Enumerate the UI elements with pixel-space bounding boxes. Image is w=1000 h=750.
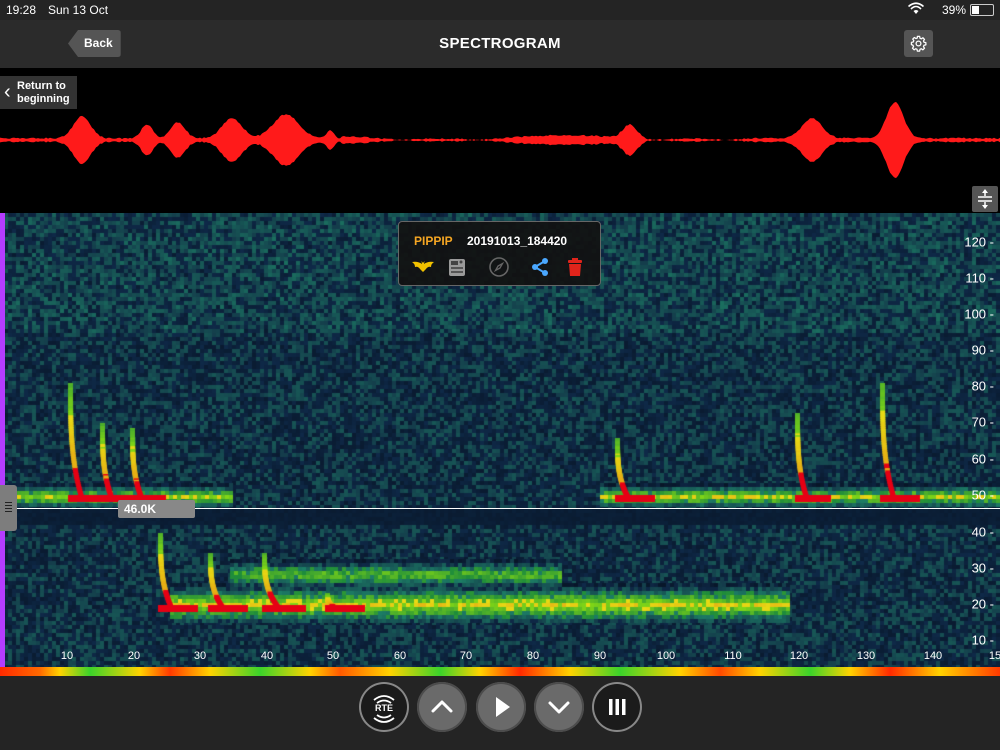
x-axis-label: 70: [460, 650, 472, 662]
y-axis-label: 90 -: [972, 343, 994, 358]
status-date: Sun 13 Oct: [48, 3, 108, 17]
x-axis-label: 50: [327, 650, 339, 662]
gear-icon: [910, 35, 927, 52]
x-axis-label: 130: [857, 650, 875, 662]
status-time: 19:28: [6, 3, 36, 17]
rte-label: RTE: [375, 703, 393, 713]
x-axis-label: 30: [194, 650, 206, 662]
chevron-left-icon: ‹: [4, 82, 11, 102]
bat-icon[interactable]: [410, 256, 432, 278]
x-axis-label: 15: [989, 650, 1000, 662]
recording-filename: 20191013_184420: [467, 234, 567, 248]
y-axis-label: 20 -: [972, 597, 994, 612]
y-axis-label: 10 -: [972, 633, 994, 648]
x-axis-label: 80: [527, 650, 539, 662]
x-axis-label: 110: [724, 650, 742, 662]
x-axis-label: 100: [657, 650, 675, 662]
waveform-panel[interactable]: ‹ Return to beginning: [0, 68, 1000, 213]
play-icon: [476, 682, 526, 732]
waveform: [0, 68, 1000, 213]
settings-button[interactable]: [904, 30, 933, 57]
threshold-drag-handle[interactable]: [0, 485, 17, 531]
waveform-trace: [0, 102, 1000, 178]
chevron-down-icon: [534, 682, 584, 732]
species-code[interactable]: PIPPIP: [414, 234, 453, 248]
y-axis-label: 40 -: [972, 525, 994, 540]
x-axis-label: 90: [594, 650, 606, 662]
recording-info-popup: PIPPIP 20191013_184420: [398, 221, 601, 286]
nav-bar: Back SPECTROGRAM: [0, 20, 1000, 68]
activity-timeline[interactable]: [0, 667, 1000, 676]
battery-percent: 39%: [942, 3, 966, 17]
share-icon[interactable]: [529, 256, 551, 278]
previous-button[interactable]: [417, 682, 467, 732]
rte-button[interactable]: RTE: [359, 682, 409, 732]
recorder-device-icon[interactable]: [446, 256, 468, 278]
columns-icon: [592, 682, 642, 732]
return-label: Return to beginning: [17, 80, 70, 106]
y-axis-label: 60 -: [972, 452, 994, 467]
chevron-up-icon: [417, 682, 467, 732]
y-axis-label: 50 -: [972, 488, 994, 503]
y-axis-label: 110 -: [965, 271, 994, 286]
expand-vertical-icon: [972, 186, 998, 212]
battery-icon: [970, 4, 994, 16]
playback-controls: RTE: [0, 676, 1000, 750]
status-bar: 19:28 Sun 13 Oct 39%: [0, 0, 1000, 20]
x-axis-label: 120: [790, 650, 808, 662]
compass-icon[interactable]: [488, 256, 510, 278]
x-axis-label: 60: [394, 650, 406, 662]
vertical-zoom-button[interactable]: [972, 186, 998, 212]
y-axis-label: 100 -: [964, 307, 994, 322]
rte-icon: RTE: [359, 682, 409, 732]
x-axis-label: 10: [61, 650, 73, 662]
trash-icon[interactable]: [564, 256, 586, 278]
return-to-beginning-button[interactable]: ‹ Return to beginning: [0, 76, 77, 109]
wifi-icon: [908, 2, 924, 18]
play-button[interactable]: [476, 682, 526, 732]
x-axis-label: 20: [128, 650, 140, 662]
y-axis-label: 30 -: [972, 561, 994, 576]
y-axis-label: 70 -: [972, 415, 994, 430]
x-axis-label: 140: [924, 650, 942, 662]
page-title: SPECTROGRAM: [0, 35, 1000, 52]
next-button[interactable]: [534, 682, 584, 732]
y-axis-label: 80 -: [972, 379, 994, 394]
spectrogram-left-marker: [0, 213, 5, 670]
menu-button[interactable]: [592, 682, 642, 732]
y-axis-label: 120 -: [964, 235, 994, 250]
frequency-threshold-label[interactable]: 46.0K: [118, 500, 195, 518]
x-axis-label: 40: [261, 650, 273, 662]
